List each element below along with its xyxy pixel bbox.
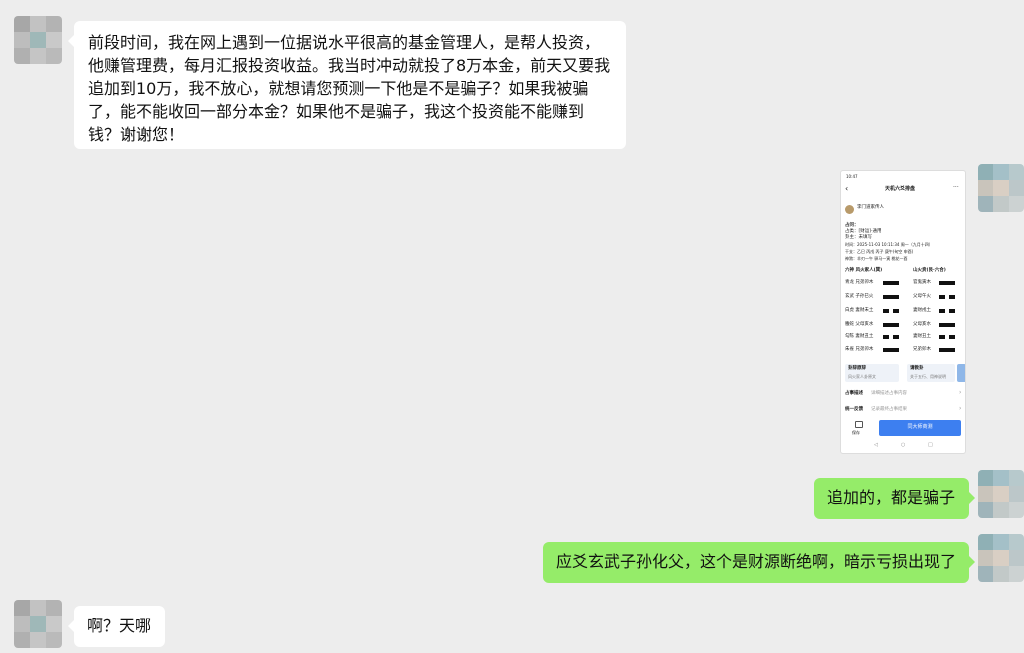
yao-line — [939, 348, 955, 352]
line-left: 螣蛇 父母亥水 — [845, 322, 874, 327]
yao-line — [939, 335, 945, 339]
line-left: 朱雀 兄弟卯木 — [845, 347, 874, 352]
col-left-header: 六神 风火家人(巽) — [845, 268, 883, 273]
user-avatar-icon — [845, 205, 854, 214]
yao-line — [939, 323, 955, 327]
yao-line — [883, 335, 889, 339]
nav-back-icon: ◁ — [874, 442, 878, 448]
yao-line — [883, 281, 899, 285]
line-left: 青龙 兄弟卯木 — [845, 280, 874, 285]
yao-line — [939, 309, 945, 313]
message-bubble-reply-1: 追加的，都是骗子 — [814, 478, 975, 519]
line-right: 官鬼寅木 — [913, 280, 931, 285]
line-right: 妻财戌土 — [913, 308, 931, 313]
yao-line — [893, 335, 899, 339]
avatar-self[interactable] — [978, 164, 1024, 212]
nav-home-icon: ○ — [901, 442, 906, 448]
more-icon: ··· — [953, 184, 959, 191]
screenshot-title: 天机六爻排盘 — [885, 186, 916, 192]
row-shen: 神煞：羊刃—午 驿马—寅 桃花—酉 — [845, 256, 908, 261]
user-name: 李门道家传人 — [857, 205, 884, 210]
card-original-text[interactable]: 卦辞原辞 风火家人卦原文 — [845, 364, 899, 382]
divination-screenshot-image[interactable]: 10:47 ‹ 天机六爻排盘 ··· 李门道家传人 占问： 占类：[财运]·通用… — [840, 170, 966, 454]
chevron-right-icon: › — [959, 405, 962, 412]
yao-line — [939, 281, 955, 285]
row-review-value[interactable]: 记录最终占事结果 — [871, 407, 907, 413]
nav-recent-icon: □ — [928, 442, 933, 448]
row-ganzhi: 干支：乙巳 丙戌 丙子 庚午(旬空 申酉) — [845, 249, 914, 254]
save-label: 保存 — [852, 430, 860, 435]
line-right: 妻财丑土 — [913, 334, 931, 339]
card-sub: 风火家人卦原文 — [848, 374, 876, 379]
yao-line — [949, 309, 955, 313]
line-left: 勾陈 妻财丑土 — [845, 334, 874, 339]
line-left: 玄武 子孙巳火 — [845, 294, 874, 299]
avatar-contact[interactable] — [14, 600, 62, 648]
line-right: 兄弟卯木 — [913, 347, 931, 352]
message-bubble-question: 前段时间，我在网上遇到一位据说水平很高的基金管理人，是帮人投资，他赚管理费，每月… — [68, 21, 626, 149]
row-desc-label: 占事描述 — [845, 391, 863, 396]
row-review-label: 统一反馈 — [845, 407, 863, 412]
line-right: 父母亥水 — [913, 322, 931, 327]
avatar-contact[interactable] — [14, 16, 62, 64]
card-title: 请教卦 — [910, 366, 924, 371]
card-title: 卦辞原辞 — [848, 366, 866, 371]
yao-line — [949, 295, 955, 299]
chevron-right-icon: › — [959, 389, 962, 396]
message-bubble-exclaim: 啊？天哪 — [68, 606, 165, 647]
yao-line — [883, 309, 889, 313]
avatar-self[interactable] — [978, 534, 1024, 582]
line-left: 白虎 妻财未土 — [845, 308, 874, 313]
yao-line — [893, 309, 899, 313]
yao-line — [883, 323, 899, 327]
status-time: 10:47 — [846, 174, 858, 179]
side-tab[interactable] — [957, 364, 965, 382]
row-subject: 卦主：未填写 — [845, 235, 872, 240]
yao-line — [939, 295, 945, 299]
message-bubble-reply-2: 应爻玄武子孙化父，这个是财源断绝啊，暗示亏损出现了 — [543, 542, 975, 583]
col-right-header: 山火贲(艮·六合) — [913, 268, 946, 273]
yao-line — [949, 335, 955, 339]
card-sub: 关于五行、用神说明 — [910, 374, 946, 379]
yao-line — [883, 295, 899, 299]
row-desc-value[interactable]: 详细描述占事内容 — [871, 391, 907, 397]
yao-line — [883, 348, 899, 352]
row-time: 时间：2025-11-03 10:11:34 周一（九月十四） — [845, 242, 933, 247]
back-icon: ‹ — [845, 184, 849, 193]
consult-master-button[interactable]: 同大师商测 — [879, 420, 961, 436]
card-consult[interactable]: 请教卦 关于五行、用神说明 — [907, 364, 955, 382]
line-right: 父母午火 — [913, 294, 931, 299]
save-icon[interactable] — [855, 421, 863, 428]
avatar-self[interactable] — [978, 470, 1024, 518]
